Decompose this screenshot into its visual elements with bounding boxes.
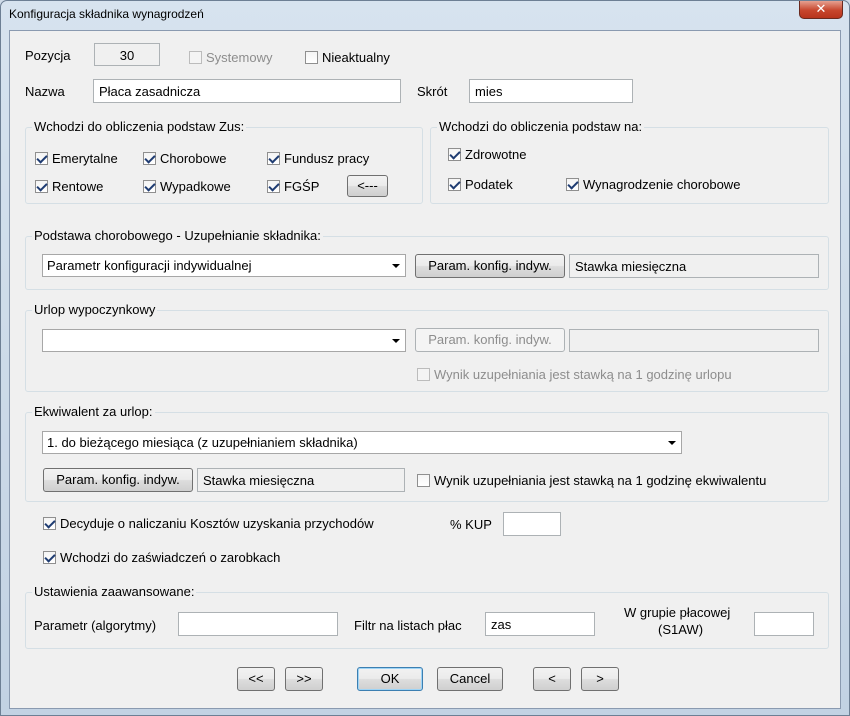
ekwiwalent-select-value: 1. do bieżącego miesiąca (z uzupełnianie… (47, 435, 358, 450)
podatek-label: Podatek (465, 177, 513, 192)
wypadkowe-checkbox[interactable]: Wypadkowe (143, 179, 231, 194)
chorobowe-group-title: Podstawa chorobowego - Uzupełnianie skła… (32, 228, 323, 243)
podstawy-group-title: Wchodzi do obliczenia podstaw na: (437, 119, 645, 134)
chorobowe-checkbox[interactable]: Chorobowe (143, 151, 227, 166)
chevron-down-icon (392, 339, 400, 343)
nieaktualny-box[interactable] (305, 51, 318, 64)
systemowy-box (189, 51, 202, 64)
decyduje-kup-box[interactable] (43, 517, 56, 530)
parametr-input[interactable] (178, 612, 338, 636)
dialog-body: Pozycja 30 Systemowy Nieaktualny Nazwa P… (9, 30, 841, 709)
zus-group-title: Wchodzi do obliczenia podstaw Zus: (32, 119, 247, 134)
filtr-label: Filtr na listach płac (354, 618, 462, 633)
fundusz-box[interactable] (267, 152, 280, 165)
ekwiwalent-wynik-label: Wynik uzupełniania jest stawką na 1 godz… (434, 473, 767, 488)
parametr-label: Parametr (algorytmy) (34, 618, 157, 633)
dialog-window: Konfiguracja składnika wynagrodzeń ✕ Poz… (0, 0, 850, 716)
fgsp-checkbox[interactable]: FGŚP (267, 179, 319, 194)
advanced-group: Ustawienia zaawansowane: Parametr (algor… (25, 584, 829, 649)
chorobowe-select[interactable]: Parametr konfiguracji indywidualnej (42, 254, 406, 277)
urlop-select[interactable] (42, 329, 406, 352)
wypadkowe-label: Wypadkowe (160, 179, 231, 194)
chevron-down-icon (668, 441, 676, 445)
ekwiwalent-wynik-box[interactable] (417, 474, 430, 487)
chorobowe-label: Chorobowe (160, 151, 227, 166)
urlop-param-button[interactable]: Param. konfig. indyw. (415, 328, 565, 352)
filtr-input[interactable]: zas (485, 612, 595, 636)
chorobowe-param-button[interactable]: Param. konfig. indyw. (415, 254, 565, 278)
wynagrodzenie-checkbox[interactable]: Wynagrodzenie chorobowe (566, 177, 740, 192)
window-title: Konfiguracja składnika wynagrodzeń (9, 7, 204, 21)
chevron-down-icon (392, 264, 400, 268)
next-record-button[interactable]: > (581, 667, 619, 691)
ekwiwalent-group-title: Ekwiwalent za urlop: (32, 404, 155, 419)
nazwa-input[interactable]: Płaca zasadnicza (93, 79, 401, 103)
zdrowotne-label: Zdrowotne (465, 147, 527, 162)
close-icon: ✕ (815, 1, 827, 16)
grupa-input[interactable] (754, 612, 814, 636)
urlop-group-title: Urlop wypoczynkowy (32, 302, 158, 317)
grupa-label-2: (S1AW) (658, 622, 704, 637)
emerytalne-checkbox[interactable]: Emerytalne (35, 151, 118, 166)
podstawy-group: Wchodzi do obliczenia podstaw na: Zdrowo… (430, 119, 829, 204)
wypadkowe-box[interactable] (143, 180, 156, 193)
grupa-label-1: W grupie płacowej (624, 605, 731, 620)
skrot-input[interactable]: mies (469, 79, 633, 103)
ekwiwalent-group: Ekwiwalent za urlop: 1. do bieżącego mie… (25, 404, 829, 502)
chorobowe-group: Podstawa chorobowego - Uzupełnianie skła… (25, 228, 829, 290)
next-page-button[interactable]: >> (285, 667, 323, 691)
systemowy-label: Systemowy (206, 50, 273, 65)
zus-group: Wchodzi do obliczenia podstaw Zus: Emery… (25, 119, 423, 204)
ekwiwalent-stawka-field: Stawka miesięczna (197, 468, 405, 492)
fundusz-label: Fundusz pracy (284, 151, 370, 166)
ekwiwalent-param-button[interactable]: Param. konfig. indyw. (43, 468, 193, 492)
zdrowotne-box[interactable] (448, 148, 461, 161)
nieaktualny-label: Nieaktualny (322, 50, 390, 65)
urlop-wynik-box[interactable] (417, 368, 430, 381)
wynagrodzenie-label: Wynagrodzenie chorobowe (583, 177, 741, 192)
zdrowotne-checkbox[interactable]: Zdrowotne (448, 147, 526, 162)
rentowe-label: Rentowe (52, 179, 104, 194)
arrow-back-button[interactable]: <--- (347, 175, 388, 197)
advanced-group-title: Ustawienia zaawansowane: (32, 584, 197, 599)
nieaktualny-checkbox[interactable]: Nieaktualny (305, 50, 390, 65)
cancel-button[interactable]: Cancel (437, 667, 503, 691)
fgsp-box[interactable] (267, 180, 280, 193)
rentowe-checkbox[interactable]: Rentowe (35, 179, 103, 194)
emerytalne-box[interactable] (35, 152, 48, 165)
close-button[interactable]: ✕ (799, 1, 843, 19)
pozycja-label: Pozycja (25, 48, 71, 63)
pozycja-field: 30 (94, 43, 160, 66)
urlop-stawka-field (569, 329, 819, 352)
emerytalne-label: Emerytalne (52, 151, 118, 166)
kup-percent-input[interactable] (503, 512, 561, 536)
urlop-wynik-checkbox[interactable]: Wynik uzupełniania jest stawką na 1 godz… (417, 367, 732, 382)
decyduje-kup-label: Decyduje o naliczaniu Kosztów uzyskania … (60, 516, 374, 531)
chorobowe-select-value: Parametr konfiguracji indywidualnej (47, 258, 252, 273)
fgsp-label: FGŚP (284, 179, 320, 194)
chorobowe-box[interactable] (143, 152, 156, 165)
rentowe-box[interactable] (35, 180, 48, 193)
urlop-wynik-label: Wynik uzupełniania jest stawką na 1 godz… (434, 367, 732, 382)
ekwiwalent-wynik-checkbox[interactable]: Wynik uzupełniania jest stawką na 1 godz… (417, 473, 766, 488)
ekwiwalent-select[interactable]: 1. do bieżącego miesiąca (z uzupełnianie… (42, 431, 682, 454)
title-bar[interactable]: Konfiguracja składnika wynagrodzeń ✕ (1, 1, 849, 29)
kup-percent-label: % KUP (450, 517, 492, 532)
podatek-checkbox[interactable]: Podatek (448, 177, 513, 192)
wynagrodzenie-box[interactable] (566, 178, 579, 191)
skrot-label: Skrót (417, 84, 448, 99)
ok-button[interactable]: OK (357, 667, 423, 691)
zaswiadczen-box[interactable] (43, 551, 56, 564)
urlop-group: Urlop wypoczynkowy Param. konfig. indyw.… (25, 302, 829, 392)
podatek-box[interactable] (448, 178, 461, 191)
fundusz-checkbox[interactable]: Fundusz pracy (267, 151, 369, 166)
zaswiadczen-label: Wchodzi do zaświadczeń o zarobkach (60, 550, 281, 565)
nazwa-label: Nazwa (25, 84, 65, 99)
systemowy-checkbox: Systemowy (189, 50, 272, 65)
prev-record-button[interactable]: < (533, 667, 571, 691)
decyduje-kup-checkbox[interactable]: Decyduje o naliczaniu Kosztów uzyskania … (43, 516, 374, 531)
zaswiadczen-checkbox[interactable]: Wchodzi do zaświadczeń o zarobkach (43, 550, 280, 565)
chorobowe-stawka-field: Stawka miesięczna (569, 254, 819, 278)
first-record-button[interactable]: << (237, 667, 275, 691)
